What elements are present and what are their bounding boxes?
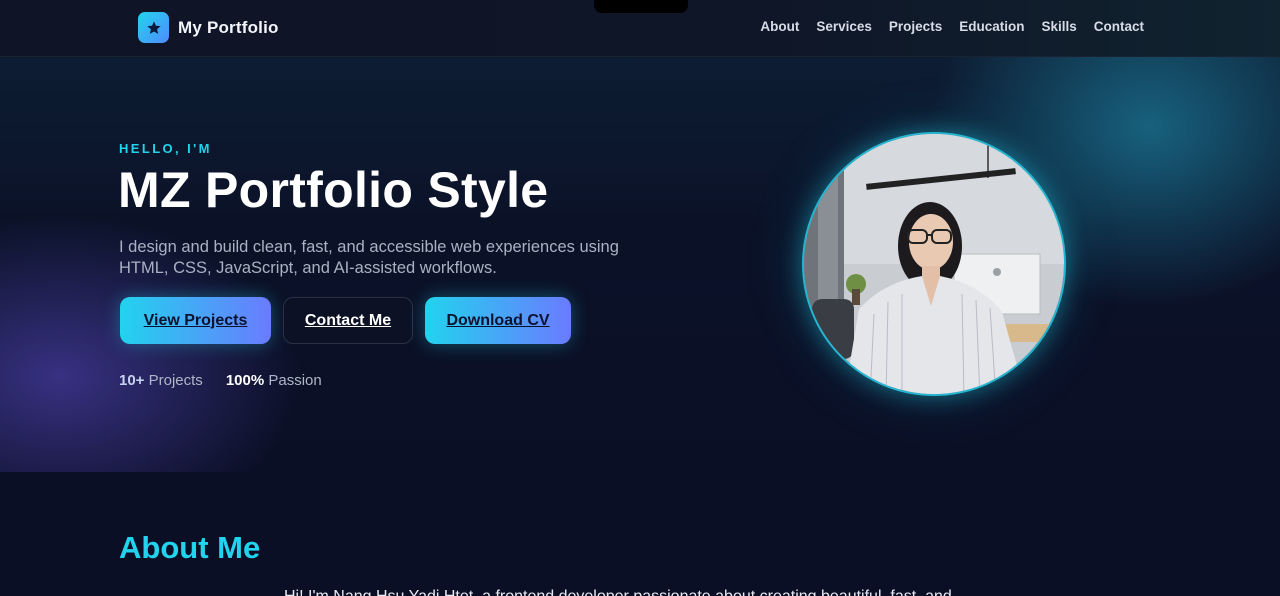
stat-passion-label: Passion	[268, 372, 322, 389]
star-icon	[138, 12, 169, 43]
nav-projects[interactable]: Projects	[889, 19, 942, 34]
about-text: Hi! I'm Nang Hsu Yadi Htet, a frontend d…	[284, 588, 1044, 596]
about-title: About Me	[119, 530, 261, 565]
nav-services[interactable]: Services	[816, 19, 872, 34]
nav-about[interactable]: About	[760, 19, 799, 34]
brand[interactable]: My Portfolio	[138, 12, 279, 43]
brand-name: My Portfolio	[178, 17, 279, 37]
stat-projects-value: 10+	[119, 372, 145, 389]
stat-passion: 100% Passion	[226, 372, 322, 389]
hero-greeting: HELLO, I'M	[119, 141, 212, 156]
nav-education[interactable]: Education	[959, 19, 1024, 34]
hero-section: HELLO, I'M MZ Portfolio Style I design a…	[0, 57, 1280, 472]
stat-projects: 10+ Projects	[119, 372, 203, 389]
contact-me-button[interactable]: Contact Me	[283, 297, 413, 344]
nav-skills[interactable]: Skills	[1041, 19, 1076, 34]
stat-projects-label: Projects	[148, 372, 203, 389]
download-cv-button[interactable]: Download CV	[425, 297, 571, 344]
view-projects-button[interactable]: View Projects	[120, 297, 271, 344]
window-notch	[594, 0, 688, 13]
hero-stats: 10+ Projects 100% Passion	[119, 372, 322, 389]
profile-photo	[802, 132, 1066, 396]
main-nav: About Services Projects Education Skills…	[760, 19, 1144, 34]
stat-passion-value: 100%	[225, 372, 265, 389]
nav-contact[interactable]: Contact	[1094, 19, 1144, 34]
hero-title: MZ Portfolio Style	[118, 162, 549, 218]
hero-description: I design and build clean, fast, and acce…	[119, 238, 619, 277]
